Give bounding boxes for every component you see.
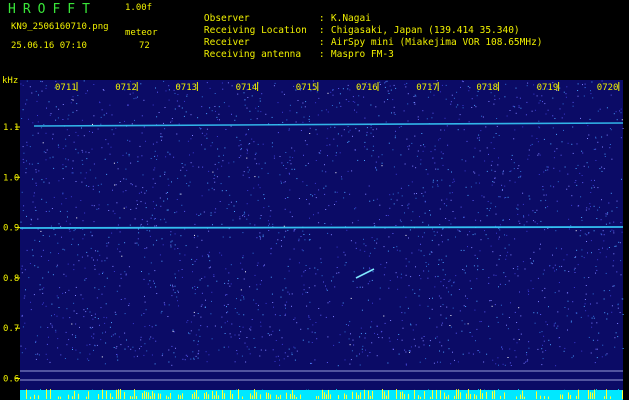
x-tick-label: 0719 xyxy=(537,83,559,93)
x-tick-label: 0718 xyxy=(476,83,498,93)
x-tick-label: 0712 xyxy=(115,83,137,93)
observation-datetime: 25.06.16 07:10 xyxy=(11,41,87,51)
x-tick-label: 0716 xyxy=(356,83,378,93)
info-label: Receiving antenna xyxy=(203,48,302,60)
y-tick-label: 1.0 xyxy=(3,173,19,183)
image-filename: KN9_2506160710.png xyxy=(11,22,109,32)
signal-strength-bar xyxy=(20,389,623,400)
x-tick-label: 0720 xyxy=(597,83,619,93)
y-tick-label: 0.9 xyxy=(3,224,19,234)
signal-line-900 xyxy=(19,226,624,229)
spectrogram-background xyxy=(20,80,623,396)
y-tick-label: 0.7 xyxy=(3,324,19,334)
info-value: Maspro FM-3 xyxy=(330,48,394,60)
y-tick-label: 0.8 xyxy=(3,274,19,284)
meteor-label: meteor xyxy=(125,28,158,38)
y-tick-label: 0.6 xyxy=(3,375,19,385)
app-title: HROFFT xyxy=(8,2,97,17)
x-tick-label: 0715 xyxy=(296,83,318,93)
header: HROFFT 1.00f KN9_2506160710.png 25.06.16… xyxy=(0,0,629,78)
x-tick-label: 0713 xyxy=(175,83,197,93)
y-tick-label: 1.1 xyxy=(3,123,19,133)
app-version: 1.00f xyxy=(125,3,153,13)
info-row-antenna: Receiving antenna: Maspro FM-3 xyxy=(181,40,394,69)
spectrogram-plot: 0711 0712 0713 0714 0715 0716 0717 0718 0719 0720… xyxy=(3,80,624,400)
x-tick-label: 0714 xyxy=(236,83,258,93)
meteor-count: 72 xyxy=(139,41,150,51)
y-axis: 1.1 1.0 0.9 0.8 0.7 0.6 xyxy=(3,123,20,385)
y-axis-unit: kHz xyxy=(2,76,19,86)
info-colon: : xyxy=(318,48,325,60)
x-tick-label: 0711 xyxy=(55,83,77,93)
x-tick-label: 0717 xyxy=(416,83,438,93)
